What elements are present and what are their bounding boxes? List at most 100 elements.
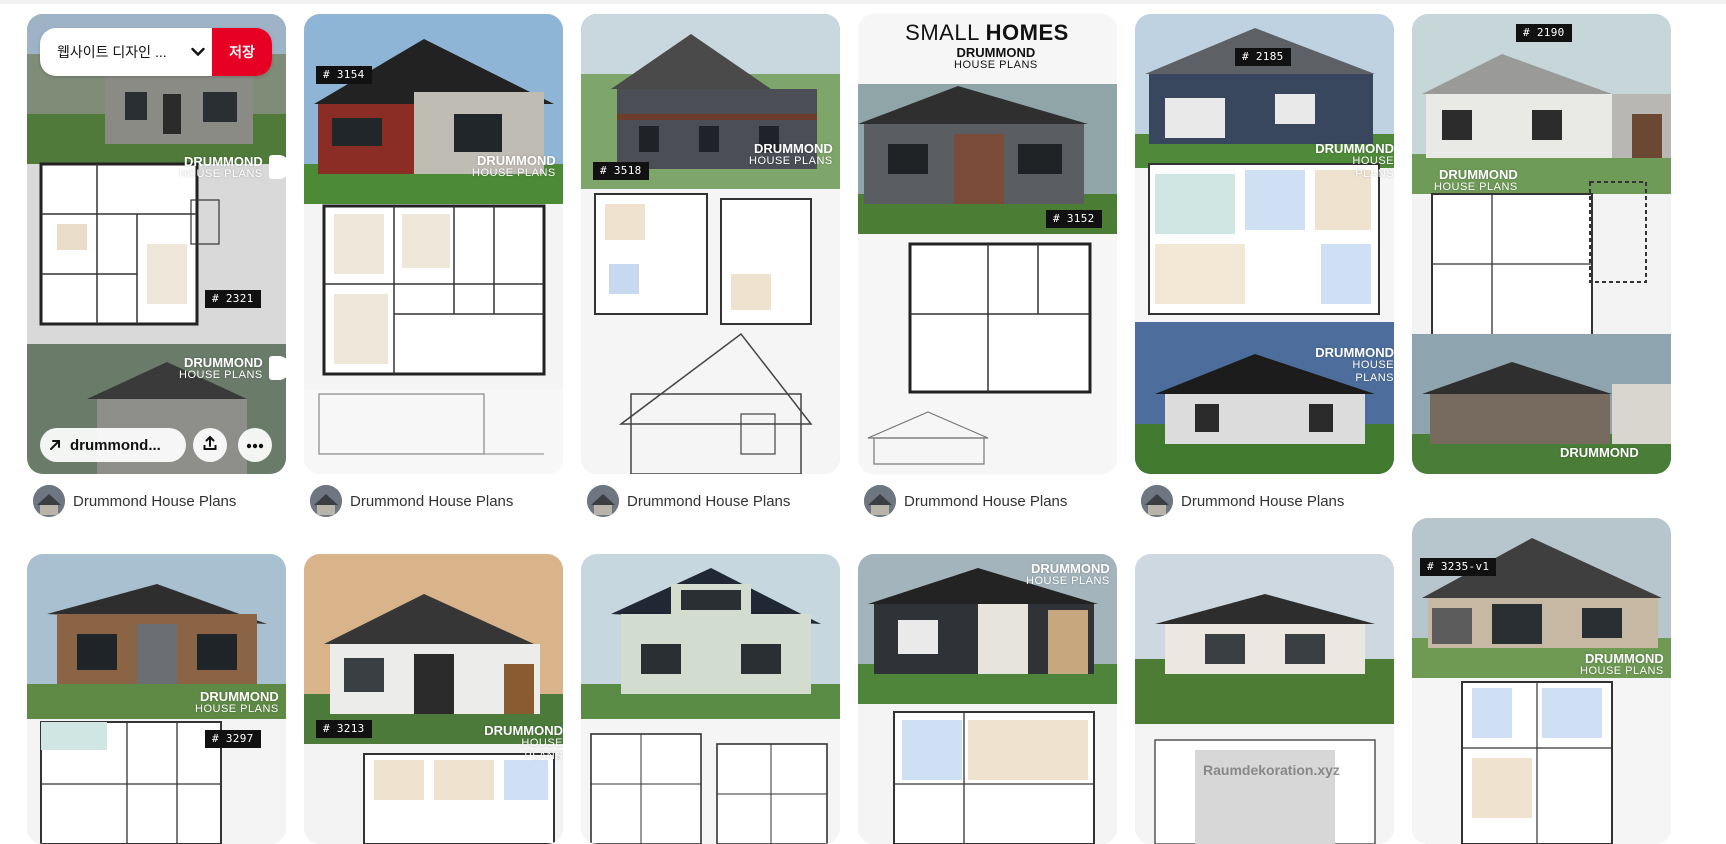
brand-name: DRUMMOND <box>484 723 563 738</box>
brand-logo: DRUMMOND HOUSE PLANS <box>1313 346 1394 385</box>
save-button[interactable]: 저장 <box>212 28 272 76</box>
brand-name: DRUMMOND <box>1315 345 1394 360</box>
brand-logo: DRUMMOND HOUSE PLANS <box>954 46 1038 72</box>
brand-name: DRUMMOND <box>1585 651 1664 666</box>
pin-card[interactable]: # 3297 DRUMMOND HOUSE PLANS <box>27 554 286 844</box>
brand-name: DRUMMOND <box>754 141 833 156</box>
avatar <box>1141 485 1173 517</box>
top-divider <box>0 0 1726 4</box>
avatar <box>310 485 342 517</box>
author-name: Drummond House Plans <box>350 492 514 510</box>
brand-logo: DRUMMOND HOUSE PLANS <box>195 690 279 716</box>
pin-image <box>581 554 840 844</box>
brand-logo: DRUMMOND HOUSE PLANS <box>749 142 833 168</box>
plan-number-badge: # 2185 <box>1235 48 1291 66</box>
pin-card[interactable] <box>581 554 840 844</box>
pin-image <box>858 554 1117 844</box>
brand-sub: HOUSE PLANS <box>1026 575 1110 587</box>
brand-name: DRUMMOND <box>956 45 1036 60</box>
brand-logo: DRUMMOND HOUSE PLANS <box>179 154 286 181</box>
brand-logo: DRUMMOND HOUSE PLANS <box>179 355 286 382</box>
brand-name: DRUMMOND <box>1315 141 1394 156</box>
avatar <box>587 485 619 517</box>
pin-heading-small: SMALL <box>905 20 986 45</box>
pin-author[interactable]: Drummond House Plans <box>1141 484 1344 518</box>
author-name: Drummond House Plans <box>73 492 237 510</box>
pin-card[interactable]: Raumdekoration.xyz <box>1135 554 1394 844</box>
brand-logo: DRUMMOND HOUSE PLANS <box>1026 562 1110 588</box>
share-button[interactable] <box>193 428 227 462</box>
brand-sub: HOUSE PLANS <box>1580 665 1664 677</box>
plan-number-badge: # 3235-v1 <box>1420 558 1497 576</box>
brand-logo: DRUMMOND HOUSE PLANS <box>1434 168 1518 194</box>
brand-sub: HOUSE PLANS <box>954 59 1038 71</box>
pin-author[interactable]: Drummond House Plans <box>587 484 790 518</box>
brand-logo: DRUMMOND HOUSE PLANS <box>1313 142 1394 181</box>
source-link-button[interactable]: drummond... <box>40 428 186 462</box>
author-name: Drummond House Plans <box>1181 492 1345 510</box>
plan-number-badge: # 2321 <box>205 290 261 308</box>
brand-sub: HOUSE PLANS <box>1434 181 1518 193</box>
pin-card[interactable]: # 3518 DRUMMOND HOUSE PLANS <box>581 14 840 474</box>
plan-number-badge: # 3152 <box>1046 210 1102 228</box>
brand-name: DRUMMOND <box>1560 445 1639 460</box>
brand-name: DRUMMOND <box>200 689 279 704</box>
more-horizontal-icon <box>246 436 264 454</box>
brand-sub: HOUSE PLANS <box>179 168 263 180</box>
pin-card[interactable]: # 2185 DRUMMOND HOUSE PLANS DRUMMOND HOU… <box>1135 14 1394 474</box>
pin-heading-bold: HOMES <box>985 20 1069 45</box>
brand-name: DRUMMOND <box>184 355 263 370</box>
share-icon <box>202 435 218 456</box>
pin-author[interactable]: Drummond House Plans <box>33 484 236 518</box>
pin-author[interactable]: Drummond House Plans <box>310 484 513 518</box>
plan-number-badge: # 3297 <box>205 730 261 748</box>
pin-image <box>27 14 286 474</box>
pin-image <box>1135 554 1394 844</box>
brand-logo: DRUMMOND <box>1560 446 1639 459</box>
brand-d-icon <box>268 356 286 380</box>
pin-heading: SMALL HOMES <box>858 20 1116 46</box>
pin-image <box>1412 14 1671 474</box>
pin-card[interactable]: # 2190 DRUMMOND HOUSE PLANS DRUMMOND <box>1412 14 1671 474</box>
pin-image <box>1135 14 1394 474</box>
brand-logo: DRUMMOND HOUSE PLANS <box>472 154 556 180</box>
plan-number-badge: # 3518 <box>593 162 649 180</box>
board-select-label: 웹사이트 디자인 ... <box>57 44 167 60</box>
brand-sub: HOUSE PLANS <box>472 167 556 179</box>
plan-number-badge: # 3154 <box>316 66 372 84</box>
avatar <box>33 485 65 517</box>
pin-image <box>858 14 1117 474</box>
plan-number-badge: # 3213 <box>316 720 372 738</box>
brand-sub: HOUSE PLANS <box>179 369 263 381</box>
brand-sub: HOUSE PLANS <box>749 155 833 167</box>
pin-card[interactable]: # 3213 DRUMMOND HOUSE PLANS <box>304 554 563 844</box>
brand-name: DRUMMOND <box>184 154 263 169</box>
brand-sub: HOUSE PLANS <box>521 737 563 762</box>
brand-d-icon <box>268 155 286 179</box>
pin-card[interactable]: # 3154 DRUMMOND HOUSE PLANS <box>304 14 563 474</box>
brand-logo: DRUMMOND HOUSE PLANS <box>482 724 563 763</box>
pin-image <box>304 554 563 844</box>
brand-sub: HOUSE PLANS <box>1352 359 1394 384</box>
pin-author[interactable]: Drummond House Plans <box>864 484 1067 518</box>
source-link-label: drummond... <box>70 436 161 454</box>
pin-card[interactable]: # 3235-v1 DRUMMOND HOUSE PLANS <box>1412 518 1671 844</box>
chevron-down-icon <box>184 47 212 57</box>
pin-card[interactable]: # 2321 DRUMMOND HOUSE PLANS DRUMMOND HOU… <box>27 14 286 474</box>
brand-name: DRUMMOND <box>1031 561 1110 576</box>
avatar <box>864 485 896 517</box>
pin-card[interactable]: SMALL HOMES DRUMMOND HOUSE PLANS # 3152 <box>858 14 1117 474</box>
pin-card[interactable]: DRUMMOND HOUSE PLANS <box>858 554 1117 844</box>
brand-logo: DRUMMOND HOUSE PLANS <box>1580 652 1664 678</box>
author-name: Drummond House Plans <box>904 492 1068 510</box>
brand-name: DRUMMOND <box>1439 167 1518 182</box>
more-options-button[interactable] <box>238 428 272 462</box>
brand-sub: HOUSE PLANS <box>1352 155 1394 180</box>
author-name: Drummond House Plans <box>627 492 791 510</box>
pin-image <box>581 14 840 474</box>
plan-number-badge: # 2190 <box>1516 24 1572 42</box>
arrow-up-right-icon <box>40 439 70 451</box>
watermark-text: Raumdekoration.xyz <box>1203 762 1340 778</box>
brand-sub: HOUSE PLANS <box>195 703 279 715</box>
brand-name: DRUMMOND <box>477 153 556 168</box>
